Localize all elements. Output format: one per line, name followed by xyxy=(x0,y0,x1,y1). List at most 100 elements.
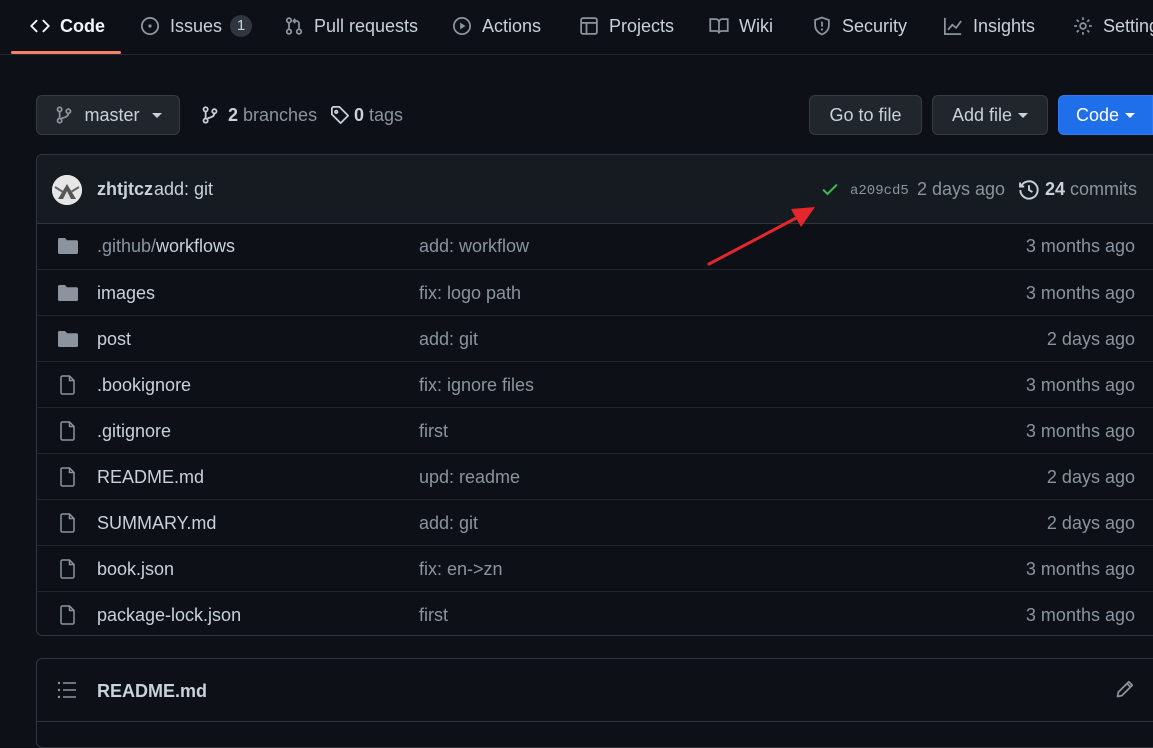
repo-nav: Code Issues 1 Pull requests Actions Proj… xyxy=(0,0,1153,55)
history-icon xyxy=(1019,180,1039,200)
file-icon xyxy=(60,513,75,533)
file-name-text: book.json xyxy=(97,559,175,579)
file-name-text: images xyxy=(97,283,156,303)
branches-label: branches xyxy=(243,104,318,125)
tab-code[interactable]: Code xyxy=(30,0,105,52)
file-name[interactable]: .gitignore xyxy=(97,421,171,442)
file-age: 3 months ago xyxy=(1025,605,1135,625)
file-commit-message[interactable]: upd: readme xyxy=(419,467,520,488)
go-to-file-label: Go to file xyxy=(829,104,902,125)
file-icon xyxy=(60,375,75,395)
code-download-button[interactable]: Code xyxy=(1058,95,1153,135)
tab-label: Security xyxy=(842,15,908,36)
file-row: .gitignore first 3 months ago xyxy=(37,407,1153,453)
commit-message[interactable]: add: git xyxy=(154,179,213,200)
file-row: package-lock.json first 3 months ago xyxy=(37,591,1153,635)
latest-commit-bar: zhtjtcz add: git a209cd5 2 days ago 24 c… xyxy=(37,155,1153,224)
git-branch-icon xyxy=(57,106,72,124)
active-tab-indicator xyxy=(11,51,121,54)
pencil-icon[interactable] xyxy=(1115,679,1135,699)
branch-select-button[interactable]: master xyxy=(36,95,180,135)
file-age: 3 months ago xyxy=(1025,375,1135,395)
tab-actions[interactable]: Actions xyxy=(452,0,541,52)
commit-author[interactable]: zhtjtcz xyxy=(97,179,153,200)
file-name[interactable]: post xyxy=(97,329,131,350)
branches-link[interactable]: 2 branches xyxy=(200,96,317,134)
file-commit-message[interactable]: add: git xyxy=(419,513,478,534)
readme-title: README.md xyxy=(97,681,208,701)
file-row: images fix: logo path 3 months ago xyxy=(37,269,1153,315)
tags-label: tags xyxy=(369,104,404,125)
git-pull-request-icon xyxy=(285,17,303,35)
avatar-image xyxy=(52,175,82,205)
tab-label: Insights xyxy=(973,15,1036,36)
avatar[interactable] xyxy=(52,175,82,205)
folder-icon xyxy=(58,331,78,347)
tab-pull-requests[interactable]: Pull requests xyxy=(284,0,418,52)
file-age: 3 months ago xyxy=(1025,559,1135,579)
file-row: SUMMARY.md add: git 2 days ago xyxy=(37,499,1153,545)
file-age: 2 days ago xyxy=(1046,513,1135,533)
file-age: 2 days ago xyxy=(1046,467,1135,487)
file-age: 3 months ago xyxy=(1025,421,1135,441)
commit-sha[interactable]: a209cd5 xyxy=(850,183,909,199)
file-age: 3 months ago xyxy=(1025,283,1135,303)
tab-label: Code xyxy=(60,15,105,36)
tab-label: Wiki xyxy=(739,15,773,36)
tags-link[interactable]: 0 tags xyxy=(330,96,403,134)
file-row: .bookignore fix: ignore files 3 months a… xyxy=(37,361,1153,407)
tab-settings[interactable]: Settings xyxy=(1073,0,1153,52)
book-icon xyxy=(709,18,729,34)
file-path-prefix: .github/ xyxy=(97,236,157,256)
file-name[interactable]: package-lock.json xyxy=(97,605,241,626)
add-file-button[interactable]: Add file xyxy=(932,95,1048,135)
file-name-text: README.md xyxy=(97,467,205,487)
file-name[interactable]: SUMMARY.md xyxy=(97,513,216,534)
code-icon xyxy=(30,19,50,33)
file-name-text: .gitignore xyxy=(97,421,172,441)
file-name[interactable]: book.json xyxy=(97,559,174,580)
file-name[interactable]: .github/workflows xyxy=(97,236,235,257)
file-name[interactable]: README.md xyxy=(97,467,204,488)
file-row: book.json fix: en->zn 3 months ago xyxy=(37,545,1153,591)
file-list: .github/workflows add: workflow 3 months… xyxy=(37,223,1153,635)
file-icon xyxy=(60,421,75,441)
play-icon xyxy=(453,17,471,35)
table-icon xyxy=(580,17,598,35)
file-name-text: SUMMARY.md xyxy=(97,513,217,533)
file-name-text: .bookignore xyxy=(97,375,192,395)
tab-issues[interactable]: Issues 1 xyxy=(140,0,253,52)
file-commit-message[interactable]: add: git xyxy=(419,329,478,350)
file-icon xyxy=(60,559,75,579)
file-row: README.md upd: readme 2 days ago xyxy=(37,453,1153,499)
add-file-label: Add file xyxy=(951,104,1013,125)
commits-count: 24 xyxy=(1045,179,1066,199)
check-icon[interactable] xyxy=(820,179,840,199)
file-commit-message[interactable]: first xyxy=(419,421,448,442)
file-commit-message[interactable]: add: workflow xyxy=(419,236,529,257)
tab-security[interactable]: Security xyxy=(812,0,907,52)
file-commit-message[interactable]: first xyxy=(419,605,448,626)
folder-icon xyxy=(58,285,78,301)
tab-insights[interactable]: Insights xyxy=(943,0,1035,52)
file-commit-message[interactable]: fix: ignore files xyxy=(419,375,534,396)
file-commit-message[interactable]: fix: logo path xyxy=(419,283,521,304)
tab-wiki[interactable]: Wiki xyxy=(709,0,773,52)
chevron-down-icon xyxy=(1125,112,1136,118)
branches-count: 2 xyxy=(228,104,239,125)
file-commit-message[interactable]: fix: en->zn xyxy=(419,559,503,580)
tab-projects[interactable]: Projects xyxy=(579,0,674,52)
chevron-down-icon xyxy=(151,112,162,118)
issue-opened-icon xyxy=(140,16,160,36)
tag-icon xyxy=(331,106,349,124)
file-name[interactable]: images xyxy=(97,283,155,304)
file-name-text: post xyxy=(97,329,132,349)
go-to-file-button[interactable]: Go to file xyxy=(809,95,922,135)
folder-icon xyxy=(58,238,78,254)
file-name[interactable]: .bookignore xyxy=(97,375,191,396)
file-name-text: workflows xyxy=(156,236,236,256)
tab-label: Pull requests xyxy=(314,15,419,36)
list-unordered-icon[interactable] xyxy=(57,681,77,699)
branch-name: master xyxy=(84,104,140,125)
commits-link[interactable]: 24 commits xyxy=(1045,179,1137,200)
